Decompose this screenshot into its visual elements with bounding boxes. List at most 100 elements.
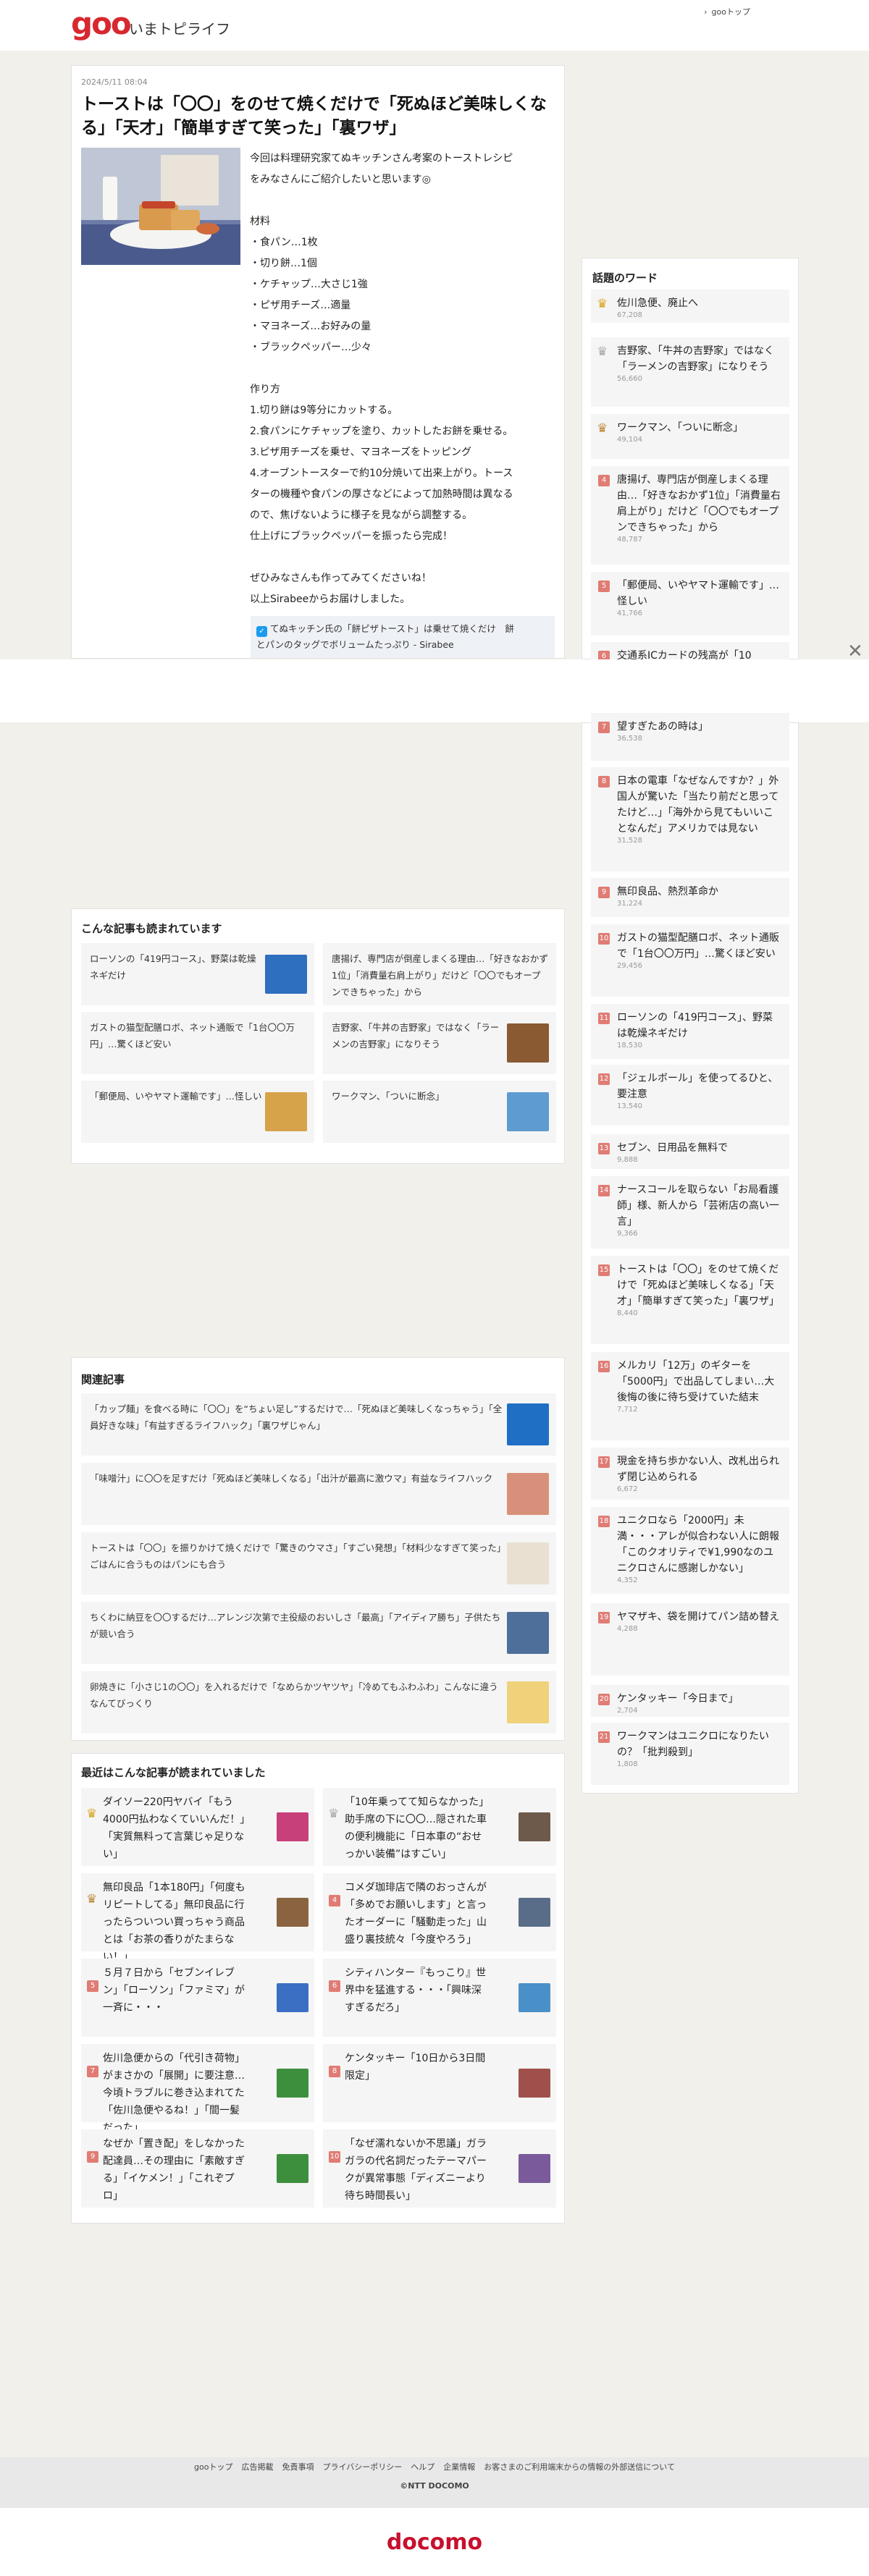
recent-item[interactable]: ♛ 「10年乗ってて知らなかった」助手席の下に〇〇…隠された車の便利機能に「日本車… [323, 1788, 556, 1866]
trending-item[interactable]: 10 ガストの猫型配膳ロボ、ネット通販で「1台〇〇万円」…驚くほど安い 29,456 [591, 924, 789, 997]
trending-item-count: 18,530 [617, 1042, 642, 1050]
recent-item[interactable]: ♛ ダイソー220円ヤバイ「もう4000円払わなくていいんだ！」「実質無料って言葉… [81, 1788, 314, 1866]
trending-item-count: 9,888 [617, 1156, 638, 1164]
trending-item[interactable]: 5 「郵便局、いやヤマト運輸です」…怪しい 41,766 [591, 572, 789, 635]
trending-item[interactable]: 21 ワークマンはユニクロになりたいの？「批判殺到」 1,808 [591, 1723, 789, 1785]
trending-item[interactable]: 7 望すぎたあの時は」 36,538 [591, 713, 789, 761]
related-item[interactable]: 卵焼きに「小さじ1の〇〇」を入れるだけで「なめらかツヤツヤ」「冷めてもふわふわ」… [81, 1671, 556, 1733]
footer-link[interactable]: ヘルプ [411, 2462, 434, 2472]
rank-badge: 11 [598, 1013, 610, 1024]
trending-item[interactable]: 18 ユニクロなら「2000円」未満・・・アレが似合わない人に朗報「このクオリティ… [591, 1507, 789, 1594]
chevron-right-icon: › [704, 7, 708, 17]
recent-item[interactable]: 10 「なぜ濡れないか不思議」ガラガラの代名詞だったテーマパークが異常事態「ディズ… [323, 2129, 556, 2208]
trending-item[interactable]: 8 日本の電車「なぜなんですか？」外国人が驚いた「当たり前だと思ってたけど…」「海… [591, 767, 789, 871]
related-item[interactable]: 「味噌汁」に〇〇を足すだけ「死ぬほど美味しくなる」「出汁が最高に激ウマ」有益なラ… [81, 1463, 556, 1525]
recent-item[interactable]: 6 シティハンター『もっこり』世界中を猛進する・・・「興味深すぎるだろ」 [323, 1959, 556, 2037]
trending-item-text: ナースコールを取らない「お局看護師」様、新人から「芸術店の高い一言」 [617, 1184, 779, 1228]
trending-item[interactable]: ♛ ワークマン、「ついに断念」 49,104 [591, 414, 789, 459]
article-thumbnail [519, 1983, 550, 2012]
also-read-item[interactable]: 唐揚げ、専門店が倒産しまくる理由…「好きなおかず1位」「消費量右肩上がり」だけど… [323, 943, 556, 1005]
also-read-item[interactable]: ガストの猫型配膳ロボ、ネット通販で「1台〇〇万円」…驚くほど安い [81, 1012, 314, 1074]
footer-link[interactable]: お客さまのご利用端末からの情報の外部送信について [484, 2462, 675, 2472]
related-item[interactable]: トーストは「〇〇」を振りかけて焼くだけで「驚きのウマさ」「すごい発想」「材料少な… [81, 1532, 556, 1595]
body-line: 2.食パンにケチャップを塗り、カットしたお餅を乗せる。 [250, 426, 513, 437]
trending-item-text: 「ジェルボール」を使ってるひと、要注意 [617, 1073, 778, 1100]
also-read-item[interactable]: 吉野家、「牛丼の吉野家」ではなく「ラーメンの吉野家」になりそう [323, 1012, 556, 1074]
body-line: ・切り餅…1個 [250, 258, 317, 269]
body-line: をみなさんにご紹介したいと思います◎ [250, 174, 431, 185]
recent-item[interactable]: 4 コメダ珈琲店で隣のおっさんが「多めでお願いします」と言ったオーダーに「騒動走っ… [323, 1873, 556, 1951]
trending-item-count: 48,787 [617, 536, 642, 544]
rank-badge: 4 [598, 475, 610, 486]
also-read-item[interactable]: ローソンの「419円コース」、野菜は乾燥ネギだけ [81, 943, 314, 1005]
footer-link[interactable]: 企業情報 [443, 2462, 475, 2472]
body-line: ・ケチャップ…大さじ1強 [250, 279, 368, 290]
article-thumbnail [277, 1812, 308, 1841]
related-item[interactable]: ちくわに納豆を〇〇するだけ…アレンジ次第で主役級のおいしさ「最高」「アイディア勝… [81, 1602, 556, 1664]
body-line: ターの機種や食パンの厚さなどによって加熱時間は異なる [250, 489, 513, 500]
recent-item[interactable]: 9 なぜか「置き配」をしなかった配達員…その理由に「素敵すぎる」「イケメン！」「こ… [81, 2129, 314, 2208]
trending-item[interactable]: 9 無印良品、熱烈革命か 31,224 [591, 878, 789, 917]
trending-item[interactable]: 14 ナースコールを取らない「お局看護師」様、新人から「芸術店の高い一言」 9,36… [591, 1176, 789, 1249]
recent-title: 最近はこんな記事が読まれていました [81, 1766, 266, 1779]
article-thumbnail [519, 1898, 550, 1927]
rank-badge: 7 [598, 722, 610, 733]
trending-item-count: 6,672 [617, 1485, 638, 1493]
goo-top-link[interactable]: › gooトップ [704, 6, 750, 17]
source-link-box[interactable]: ✓ てぬキッチン氏の「餅ピザトースト」は乗せて焼くだけ 餅 とパンのタッグでボリュ… [251, 616, 555, 658]
related-item-text: トーストは「〇〇」を振りかけて焼くだけで「驚きのウマさ」「すごい発想」「材料少な… [90, 1542, 502, 1570]
footer-link[interactable]: 広告掲載 [242, 2462, 274, 2472]
docomo-logo[interactable]: docomo [0, 2530, 869, 2555]
body-line: 今回は料理研究家てぬキッチンさん考案のトーストレシピ [250, 153, 513, 164]
trending-item-text: ケンタッキー「今日まで」 [617, 1693, 739, 1705]
article-thumbnail [519, 2154, 550, 2183]
rank-badge: 8 [598, 776, 610, 787]
trending-item[interactable]: ♛ 佐川急便、廃止へ 67,208 [591, 290, 789, 323]
body-line: 仕上げにブラックペッパーを振ったら完成！ [250, 531, 453, 542]
rank-badge: 5 [87, 1980, 98, 1992]
related-item[interactable]: 「カップ麺」を食べる時に「〇〇」を“ちょい足し”するだけで…「死ぬほど美味しくな… [81, 1393, 556, 1456]
trending-item[interactable]: 19 ヤマザキ、袋を開けてパン詰め替え 4,288 [591, 1603, 789, 1676]
also-read-item[interactable]: 「郵便局、いやヤマト運輸です」…怪しい [81, 1081, 314, 1143]
site-name[interactable]: いまトピライフ [129, 17, 230, 38]
trending-item-count: 13,540 [617, 1102, 642, 1110]
recent-item-text: ダイソー220円ヤバイ「もう4000円払わなくていいんだ！」「実質無料って言葉じ… [103, 1796, 245, 1860]
trending-item[interactable]: 16 メルカリ「12万」のギターを「5000円」で出品してしまい…大後悔の後に待ち… [591, 1352, 789, 1440]
trending-item-text: ローソンの「419円コース」、野菜は乾燥ネギだけ [617, 1012, 773, 1039]
goo-logo[interactable]: goo [71, 6, 132, 41]
trending-item[interactable]: 13 セブン、日用品を無料で 9,888 [591, 1134, 789, 1169]
recent-item[interactable]: ♛ 無印良品「1本180円」「何度もリピートしてる」無印良品に行ったらついつい買っ… [81, 1873, 314, 1963]
body-line: ・マヨネーズ…お好みの量 [250, 321, 371, 332]
also-read-item[interactable]: ワークマン、「ついに断念」 [323, 1081, 556, 1143]
crown-icon: ♛ [86, 1807, 98, 1821]
trending-item[interactable]: 12 「ジェルボール」を使ってるひと、要注意 13,540 [591, 1065, 789, 1126]
trending-item[interactable]: 20 ケンタッキー「今日まで」 2,704 [591, 1685, 789, 1717]
body-line: 1.切り餅は9等分にカットする。 [250, 405, 398, 416]
footer-link[interactable]: 免責事項 [282, 2462, 314, 2472]
close-icon[interactable]: ✕ [847, 641, 863, 662]
trending-item[interactable]: 11 ローソンの「419円コース」、野菜は乾燥ネギだけ 18,530 [591, 1004, 789, 1059]
trending-item-text: 「郵便局、いやヤマト運輸です」…怪しい [617, 580, 779, 607]
trending-item-count: 8,440 [617, 1309, 638, 1317]
rank-badge: 13 [598, 1143, 610, 1154]
body-line [250, 547, 554, 568]
recent-item[interactable]: 7 佐川急便からの「代引き荷物」がまさかの「展開」に要注意…今頃トラブルに巻き込ま… [81, 2044, 314, 2134]
trending-item-count: 56,660 [617, 375, 642, 383]
recent-item-text: 佐川急便からの「代引き荷物」がまさかの「展開」に要注意…今頃トラブルに巻き込まれ… [103, 2053, 245, 2134]
body-line: 3.ピザ用チーズを乗せ、マヨネーズをトッピング [250, 447, 471, 458]
footer-link[interactable]: プライバシーポリシー [323, 2462, 403, 2472]
recent-item[interactable]: 5 ５月７日から「セブンイレブン」「ローソン」「ファミマ」が一斉に・・・ [81, 1959, 314, 2037]
trending-item[interactable]: 4 唐揚げ、専門店が倒産しまくる理由…「好きなおかず1位」「消費量右肩上がり」だけ… [591, 466, 789, 565]
trending-item[interactable]: ♛ 吉野家、「牛丼の吉野家」ではなく「ラーメンの吉野家」になりそう 56,660 [591, 337, 789, 407]
trending-item-count: 67,208 [617, 311, 642, 319]
trending-item[interactable]: 17 現金を持ち歩かない人、改札出られず閉じ込められる 6,672 [591, 1448, 789, 1500]
also-read-item-text: ワークマン、「ついに断念」 [332, 1091, 445, 1102]
related-item-text: 卵焼きに「小さじ1の〇〇」を入れるだけで「なめらかツヤツヤ」「冷めてもふわふわ」… [90, 1681, 498, 1709]
footer-link[interactable]: gooトップ [194, 2462, 232, 2472]
trending-item[interactable]: 15 トーストは「〇〇」をのせて焼くだけで「死ぬほど美味しくなる」「天才」「簡単す… [591, 1256, 789, 1344]
recent-item-text: コメダ珈琲店で隣のおっさんが「多めでお願いします」と言ったオーダーに「騒動走った… [345, 1882, 487, 1946]
trending-item[interactable]: 6 交通系ICカードの残高が「10 [591, 642, 789, 659]
rank-badge: 17 [598, 1456, 610, 1468]
recent-item[interactable]: 8 ケンタッキー「10日から3日間限定」 [323, 2044, 556, 2122]
trending-item-count: 41,766 [617, 609, 642, 617]
